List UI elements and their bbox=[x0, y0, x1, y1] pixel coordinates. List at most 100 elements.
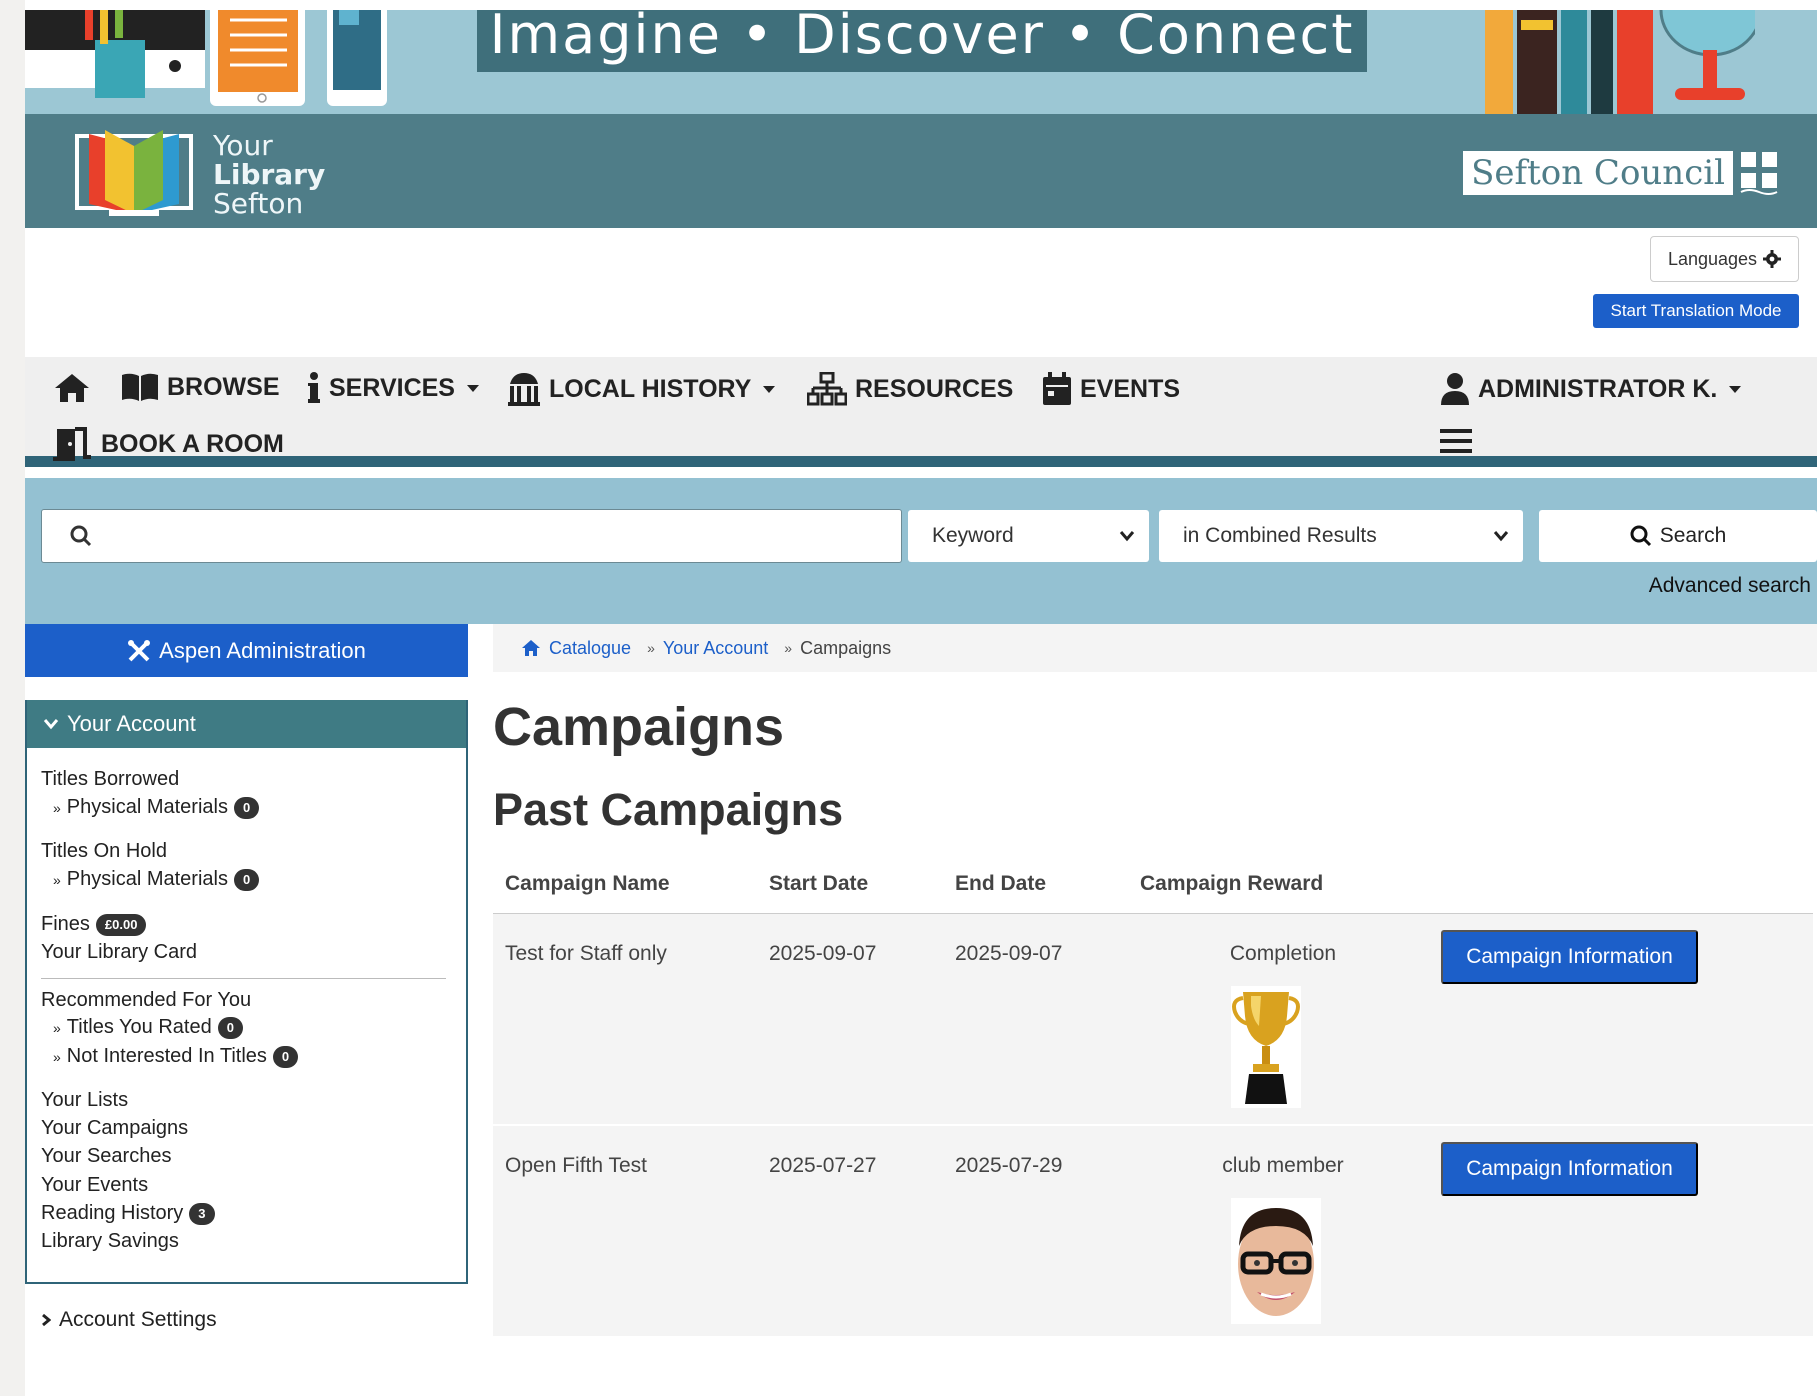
your-searches-link[interactable]: Your Searches bbox=[41, 1145, 171, 1168]
not-interested-label: Not Interested In Titles bbox=[66, 1045, 267, 1067]
chevron-down-icon bbox=[1493, 531, 1509, 542]
nav-resources[interactable]: RESOURCES bbox=[807, 372, 1013, 406]
library-logo[interactable]: Your Library Sefton bbox=[69, 126, 325, 222]
breadcrumb-catalogue[interactable]: Catalogue bbox=[549, 638, 631, 659]
library-card-link[interactable]: Your Library Card bbox=[41, 941, 197, 964]
titles-on-hold-link[interactable]: Titles On Hold bbox=[41, 840, 167, 863]
table-header: Campaign Name Start Date End Date Campai… bbox=[493, 860, 1813, 914]
search-bar: Keyword in Combined Results Search Advan… bbox=[25, 478, 1817, 624]
breadcrumb-separator: » bbox=[647, 640, 655, 656]
reading-history-label: Reading History bbox=[41, 1202, 184, 1224]
page-title: Campaigns bbox=[493, 697, 785, 757]
open-book-icon bbox=[122, 373, 158, 401]
nav-home[interactable] bbox=[53, 372, 91, 404]
header-logo-bar: Your Library Sefton Sefton Council bbox=[25, 114, 1817, 228]
nav-user-label: ADMINISTRATOR K. bbox=[1478, 374, 1718, 403]
chevron-down-icon bbox=[1729, 385, 1742, 393]
council-logo[interactable]: Sefton Council bbox=[1463, 150, 1779, 196]
bullet-icon: » bbox=[53, 799, 61, 816]
campaign-information-button[interactable]: Campaign Information bbox=[1441, 1142, 1698, 1196]
search-scope-select[interactable]: in Combined Results bbox=[1159, 510, 1523, 562]
your-campaigns-link[interactable]: Your Campaigns bbox=[41, 1117, 188, 1140]
hold-count-badge: 0 bbox=[233, 868, 260, 891]
logo-line-your: Your bbox=[213, 128, 273, 162]
section-title: Past Campaigns bbox=[493, 784, 844, 835]
borrowed-count-badge: 0 bbox=[233, 796, 260, 819]
books-globe-illustration-icon bbox=[1485, 10, 1755, 114]
your-lists-link[interactable]: Your Lists bbox=[41, 1089, 128, 1112]
nav-services-label: SERVICES bbox=[329, 373, 455, 402]
your-searches-label: Your Searches bbox=[41, 1145, 172, 1167]
nav-local-history-label: LOCAL HISTORY bbox=[549, 374, 752, 403]
campaign-name: Open Fifth Test bbox=[505, 1154, 648, 1177]
user-icon bbox=[1441, 373, 1469, 405]
hold-physical-link[interactable]: » Physical Materials 0 bbox=[53, 868, 260, 891]
not-interested-badge: 0 bbox=[272, 1045, 299, 1068]
column-header-start: Start Date bbox=[769, 872, 869, 895]
search-input[interactable] bbox=[41, 509, 902, 563]
open-book-logo-icon bbox=[75, 130, 193, 216]
start-translation-button[interactable]: Start Translation Mode bbox=[1593, 294, 1799, 328]
reading-history-badge: 3 bbox=[189, 1202, 215, 1225]
recommended-label: Recommended For You bbox=[41, 989, 252, 1011]
recommended-link[interactable]: Recommended For You bbox=[41, 989, 251, 1012]
advanced-search-link[interactable]: Advanced search bbox=[1649, 574, 1811, 598]
bullet-icon: » bbox=[53, 1048, 61, 1065]
your-account-header[interactable]: Your Account bbox=[27, 700, 466, 748]
info-icon bbox=[308, 372, 320, 403]
fines-label: Fines bbox=[41, 913, 90, 935]
breadcrumb-current: Campaigns bbox=[800, 637, 892, 658]
library-savings-label: Library Savings bbox=[41, 1230, 179, 1252]
titles-borrowed-label: Titles Borrowed bbox=[41, 768, 180, 790]
bullet-icon: » bbox=[53, 871, 61, 888]
campaign-start-date: 2025-09-07 bbox=[769, 942, 877, 965]
calendar-icon bbox=[1043, 372, 1071, 405]
borrowed-physical-link[interactable]: » Physical Materials 0 bbox=[53, 796, 260, 819]
account-settings-link[interactable]: Account Settings bbox=[41, 1308, 217, 1332]
search-icon bbox=[70, 525, 92, 547]
column-header-reward: Campaign Reward bbox=[1140, 872, 1324, 895]
your-events-link[interactable]: Your Events bbox=[41, 1174, 148, 1197]
search-type-value: Keyword bbox=[932, 524, 1014, 547]
languages-button[interactable]: Languages bbox=[1650, 236, 1799, 282]
titles-borrowed-link[interactable]: Titles Borrowed bbox=[41, 768, 179, 791]
search-icon bbox=[1630, 525, 1651, 547]
trophy-icon bbox=[1231, 986, 1301, 1108]
nav-events[interactable]: EVENTS bbox=[1042, 372, 1180, 406]
campaign-information-button[interactable]: Campaign Information bbox=[1441, 930, 1698, 984]
hold-physical-label: Physical Materials bbox=[66, 868, 228, 890]
nav-browse-label: BROWSE bbox=[167, 372, 280, 401]
titles-rated-link[interactable]: » Titles You Rated 0 bbox=[53, 1016, 243, 1039]
logo-text: Your Library Sefton bbox=[213, 131, 325, 218]
chevron-right-icon bbox=[42, 1313, 51, 1327]
not-interested-link[interactable]: » Not Interested In Titles 0 bbox=[53, 1045, 299, 1068]
search-scope-value: in Combined Results bbox=[1183, 524, 1377, 547]
chevron-down-icon bbox=[466, 384, 479, 392]
campaign-end-date: 2025-07-29 bbox=[955, 1154, 1063, 1177]
table-row: Test for Staff only 2025-09-07 2025-09-0… bbox=[493, 914, 1813, 1126]
nav-book-room-label: BOOK A ROOM bbox=[101, 429, 284, 458]
bullet-icon: » bbox=[53, 1019, 61, 1036]
mascot-face-icon bbox=[1231, 1198, 1321, 1324]
fines-link[interactable]: Fines £0.00 bbox=[41, 913, 147, 936]
reading-history-link[interactable]: Reading History 3 bbox=[41, 1202, 215, 1225]
library-savings-link[interactable]: Library Savings bbox=[41, 1230, 179, 1253]
aspen-administration-button[interactable]: Aspen Administration bbox=[25, 624, 468, 677]
nav-local-history[interactable]: LOCAL HISTORY bbox=[507, 372, 776, 406]
campaign-end-date: 2025-09-07 bbox=[955, 942, 1063, 965]
landmark-icon bbox=[508, 373, 540, 406]
nav-browse[interactable]: BROWSE bbox=[121, 372, 280, 402]
nav-book-room[interactable]: BOOK A ROOM bbox=[53, 427, 284, 461]
campaigns-table: Campaign Name Start Date End Date Campai… bbox=[493, 860, 1813, 1338]
breadcrumb-your-account[interactable]: Your Account bbox=[663, 638, 768, 659]
titles-rated-label: Titles You Rated bbox=[66, 1016, 212, 1038]
search-button[interactable]: Search bbox=[1539, 510, 1817, 562]
search-type-select[interactable]: Keyword bbox=[908, 510, 1149, 562]
nav-services[interactable]: SERVICES bbox=[307, 372, 479, 404]
sitemap-icon bbox=[807, 372, 847, 406]
home-icon bbox=[522, 640, 540, 656]
hamburger-menu[interactable] bbox=[1440, 427, 1472, 455]
nav-user-menu[interactable]: ADMINISTRATOR K. bbox=[1440, 372, 1742, 406]
fines-amount-badge: £0.00 bbox=[95, 913, 147, 936]
tools-icon bbox=[128, 639, 151, 661]
